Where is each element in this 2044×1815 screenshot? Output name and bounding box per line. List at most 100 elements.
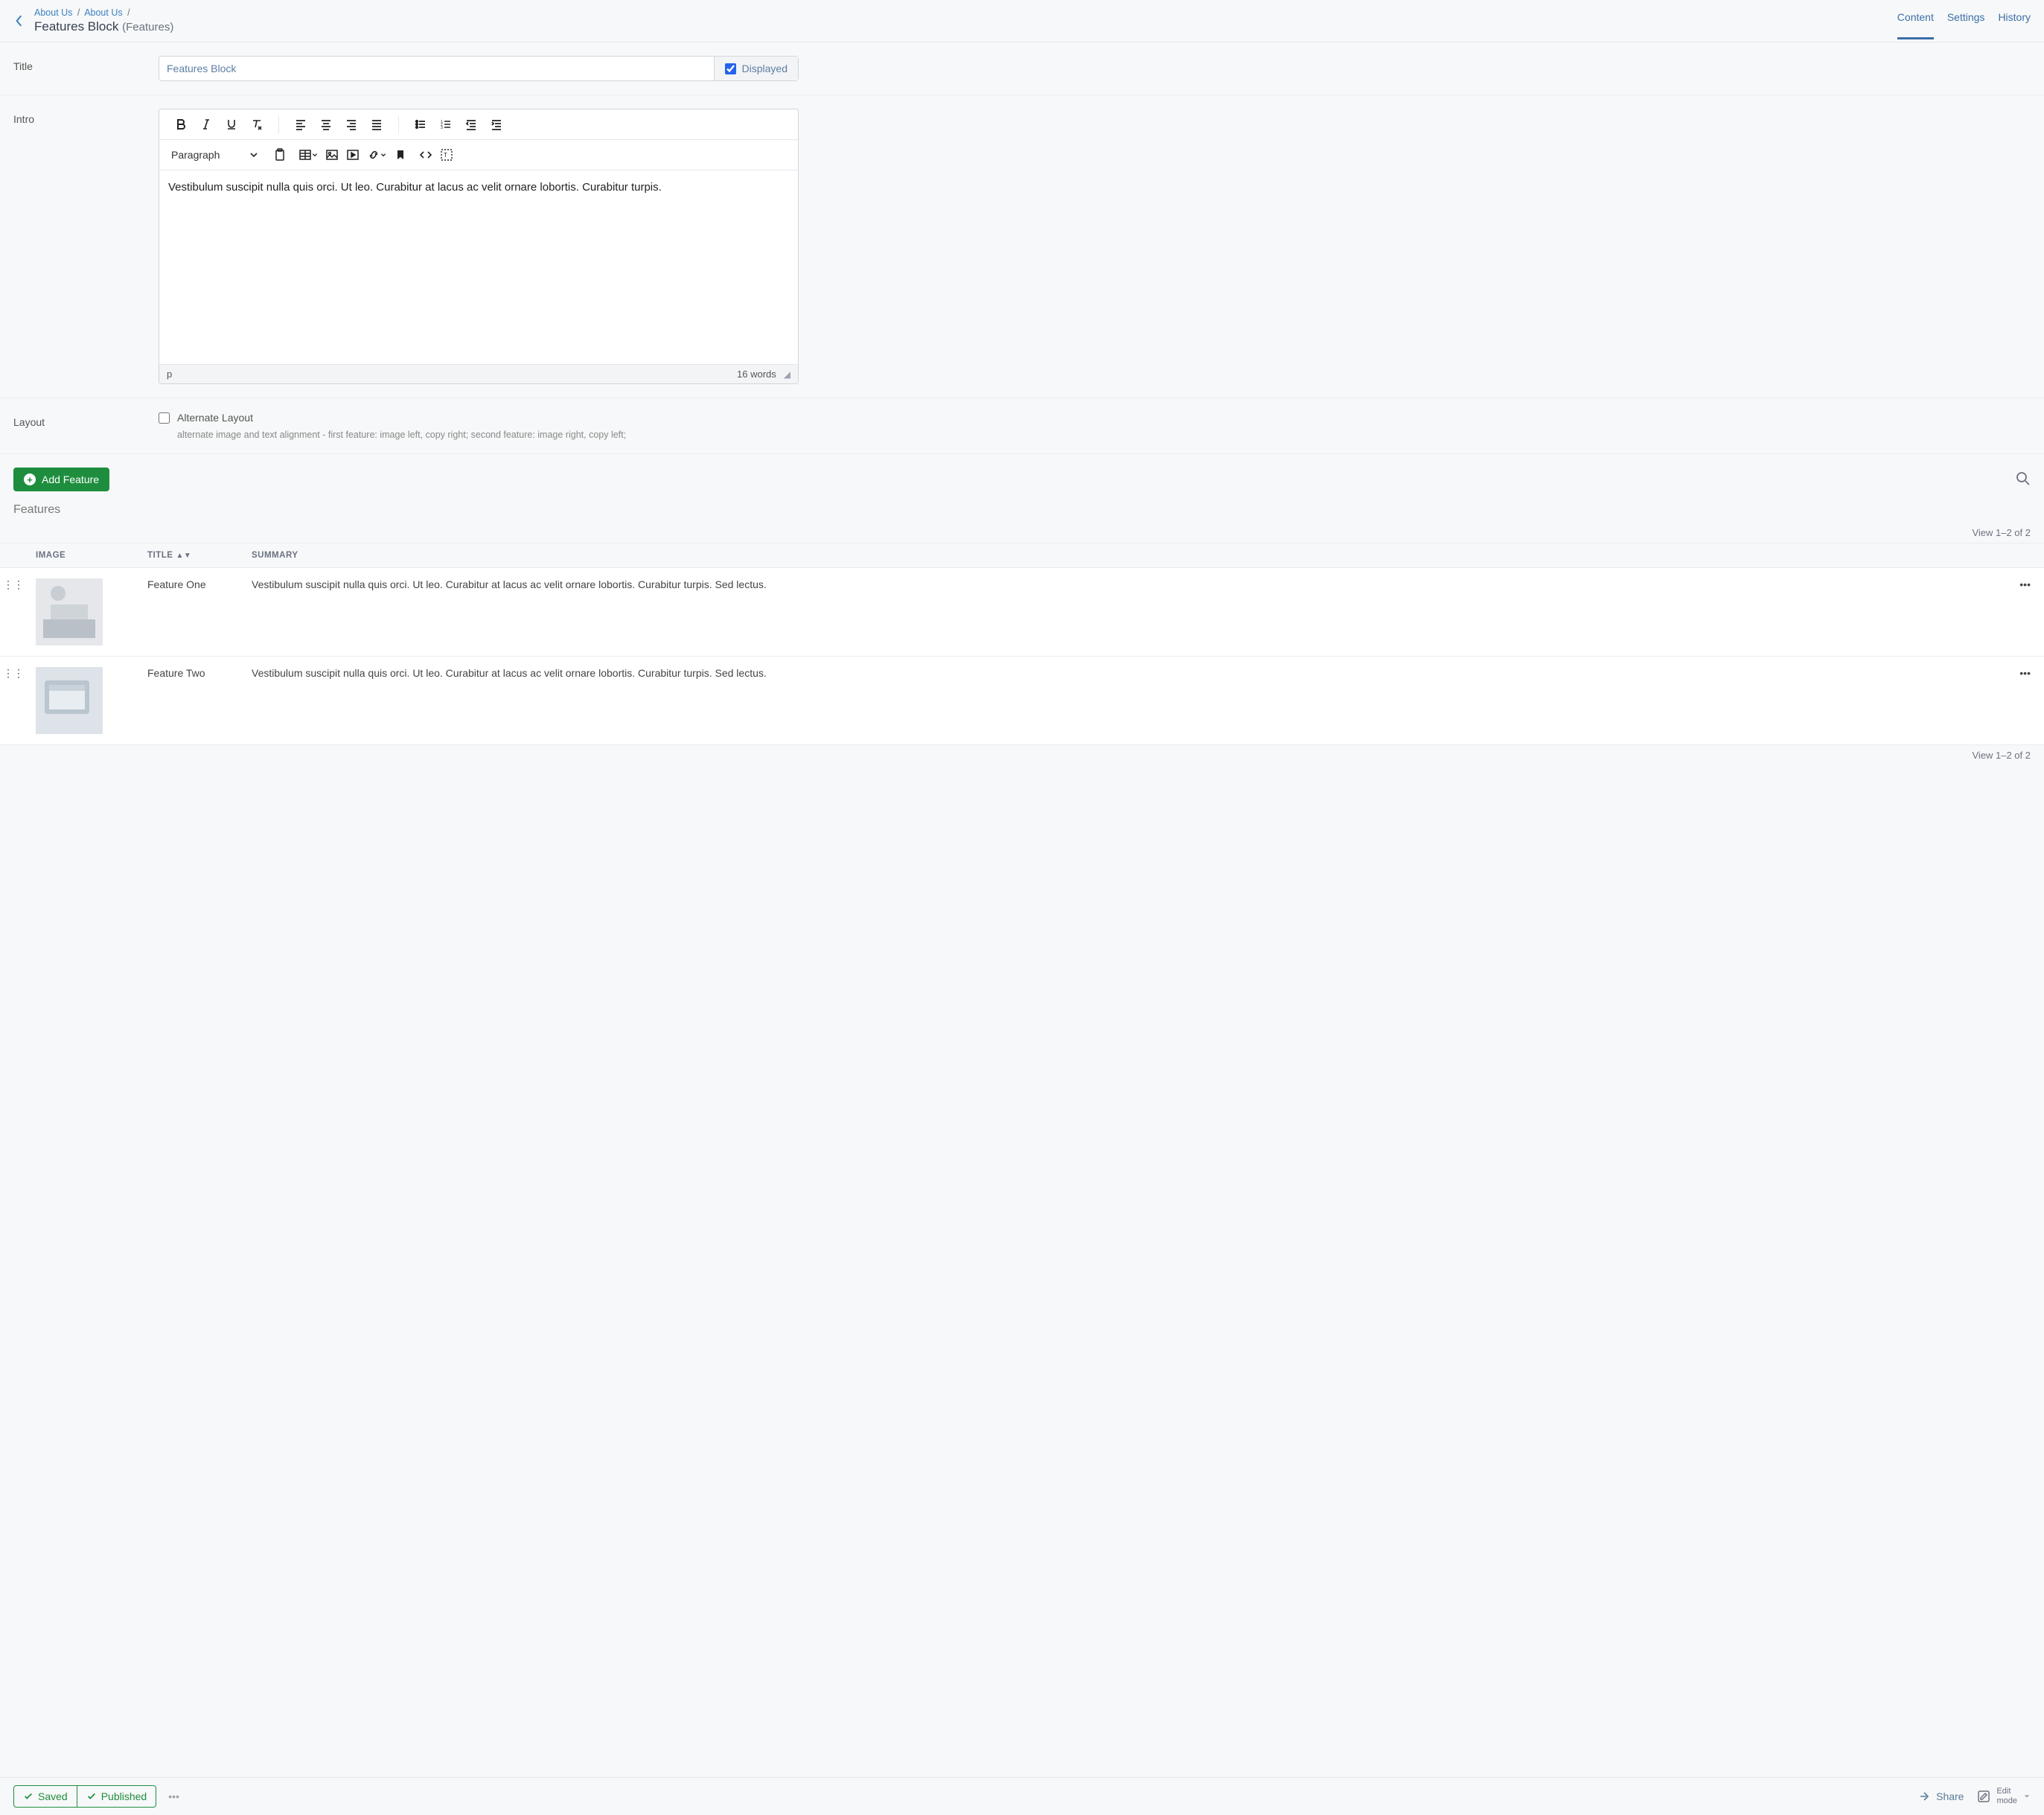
saved-status[interactable]: Saved bbox=[14, 1786, 77, 1807]
alternate-layout-toggle[interactable]: Alternate Layout bbox=[159, 412, 799, 424]
breadcrumb: About Us / About Us / Features Block (Fe… bbox=[34, 7, 1897, 34]
alternate-layout-label: Alternate Layout bbox=[177, 412, 253, 424]
status-pill-group: Saved Published bbox=[13, 1785, 156, 1808]
column-header-image[interactable]: IMAGE bbox=[30, 543, 141, 568]
align-left-button[interactable] bbox=[293, 116, 309, 133]
underline-button[interactable] bbox=[223, 116, 240, 133]
edit-mode-label-2: mode bbox=[1996, 1796, 2017, 1806]
bookmark-button[interactable] bbox=[392, 147, 409, 163]
chevron-down-icon bbox=[2023, 1793, 2031, 1800]
svg-text:3: 3 bbox=[441, 126, 443, 130]
svg-text:T: T bbox=[444, 152, 447, 159]
view-count-top: View 1–2 of 2 bbox=[0, 523, 2044, 543]
drag-handle-icon[interactable]: ⋮⋮ bbox=[0, 657, 30, 745]
back-button[interactable] bbox=[4, 14, 34, 28]
drag-handle-icon[interactable]: ⋮⋮ bbox=[0, 568, 30, 657]
bullet-list-button[interactable] bbox=[412, 116, 429, 133]
field-label-layout: Layout bbox=[13, 412, 159, 440]
breadcrumb-link-1[interactable]: About Us bbox=[34, 7, 72, 18]
alternate-layout-help: alternate image and text alignment - fir… bbox=[177, 430, 799, 440]
chevron-down-icon bbox=[312, 152, 318, 158]
breadcrumb-separator: / bbox=[125, 7, 132, 18]
field-row-title: Title Displayed bbox=[0, 42, 2044, 95]
edit-icon bbox=[1977, 1790, 1990, 1803]
feature-summary-cell: Vestibulum suscipit nulla quis orci. Ut … bbox=[246, 657, 2007, 745]
plus-circle-icon: + bbox=[24, 473, 36, 485]
add-feature-button[interactable]: + Add Feature bbox=[13, 468, 109, 491]
displayed-toggle[interactable]: Displayed bbox=[714, 57, 798, 80]
column-header-title[interactable]: TITLE▲▼ bbox=[141, 543, 246, 568]
published-status[interactable]: Published bbox=[77, 1786, 156, 1807]
share-label: Share bbox=[1936, 1790, 1964, 1802]
tab-content[interactable]: Content bbox=[1897, 11, 1934, 39]
table-row[interactable]: ⋮⋮ Feature One Vestibulum suscipit nulla… bbox=[0, 568, 2044, 657]
share-button[interactable]: Share bbox=[1918, 1790, 1964, 1802]
title-input[interactable] bbox=[159, 57, 714, 80]
field-row-intro: Intro bbox=[0, 95, 2044, 398]
field-label-title: Title bbox=[13, 56, 159, 81]
saved-label: Saved bbox=[38, 1790, 68, 1802]
features-toolbar: + Add Feature bbox=[0, 454, 2044, 499]
tab-settings[interactable]: Settings bbox=[1947, 11, 1985, 31]
indent-button[interactable] bbox=[488, 116, 505, 133]
select-all-button[interactable]: T bbox=[438, 147, 455, 163]
rte-toolbar-1: 123 bbox=[159, 109, 798, 140]
edit-mode-button[interactable]: Edit mode bbox=[1977, 1787, 2031, 1806]
chevron-down-icon bbox=[380, 152, 386, 158]
page-header: About Us / About Us / Features Block (Fe… bbox=[0, 0, 2044, 42]
paragraph-format-select[interactable]: Paragraph bbox=[167, 144, 263, 165]
link-button[interactable] bbox=[365, 147, 388, 163]
view-count-bottom: View 1–2 of 2 bbox=[0, 745, 2044, 765]
footer-more-button[interactable]: ••• bbox=[165, 1787, 182, 1805]
feature-thumbnail[interactable] bbox=[36, 667, 103, 734]
alternate-layout-checkbox[interactable] bbox=[159, 412, 170, 424]
italic-button[interactable] bbox=[198, 116, 214, 133]
clear-format-button[interactable] bbox=[249, 116, 265, 133]
tab-history[interactable]: History bbox=[1998, 11, 2031, 31]
search-icon bbox=[2016, 471, 2031, 486]
row-actions-button[interactable]: ••• bbox=[2007, 568, 2044, 657]
published-label: Published bbox=[101, 1790, 147, 1802]
add-feature-label: Add Feature bbox=[42, 473, 99, 485]
source-code-button[interactable] bbox=[418, 147, 434, 163]
column-header-summary[interactable]: SUMMARY bbox=[246, 543, 2007, 568]
rte-body[interactable]: Vestibulum suscipit nulla quis orci. Ut … bbox=[159, 170, 798, 364]
align-center-button[interactable] bbox=[318, 116, 334, 133]
page-title: Features Block bbox=[34, 19, 118, 34]
check-icon bbox=[86, 1791, 97, 1802]
table-button[interactable] bbox=[297, 147, 319, 163]
footer-bar: Saved Published ••• Share Edit mode bbox=[0, 1777, 2044, 1815]
outdent-button[interactable] bbox=[463, 116, 479, 133]
tabs: Content Settings History bbox=[1897, 11, 2031, 31]
field-label-intro: Intro bbox=[13, 109, 159, 384]
resize-handle-icon[interactable]: ◢ bbox=[784, 369, 791, 380]
image-button[interactable] bbox=[324, 147, 340, 163]
displayed-checkbox[interactable] bbox=[725, 63, 736, 74]
chevron-left-icon bbox=[14, 14, 25, 28]
breadcrumb-link-2[interactable]: About Us bbox=[84, 7, 122, 18]
video-button[interactable] bbox=[345, 147, 361, 163]
rte-element-path[interactable]: p bbox=[167, 369, 172, 380]
feature-summary-cell: Vestibulum suscipit nulla quis orci. Ut … bbox=[246, 568, 2007, 657]
features-table: IMAGE TITLE▲▼ SUMMARY ⋮⋮ Feature One Ves… bbox=[0, 543, 2044, 745]
check-icon bbox=[23, 1791, 33, 1802]
sort-icon: ▲▼ bbox=[176, 552, 191, 560]
bold-button[interactable] bbox=[173, 116, 189, 133]
rte-toolbar-2: Paragraph T bbox=[159, 140, 798, 170]
breadcrumb-separator: / bbox=[75, 7, 82, 18]
paragraph-label: Paragraph bbox=[171, 149, 220, 161]
paste-button[interactable] bbox=[272, 147, 288, 163]
table-row[interactable]: ⋮⋮ Feature Two Vestibulum suscipit nulla… bbox=[0, 657, 2044, 745]
align-justify-button[interactable] bbox=[368, 116, 385, 133]
page-title-sub: (Features) bbox=[122, 21, 173, 34]
share-icon bbox=[1918, 1790, 1930, 1802]
numbered-list-button[interactable]: 123 bbox=[438, 116, 454, 133]
field-row-layout: Layout Alternate Layout alternate image … bbox=[0, 398, 2044, 454]
feature-title-cell: Feature One bbox=[141, 568, 246, 657]
align-right-button[interactable] bbox=[343, 116, 360, 133]
search-button[interactable] bbox=[2016, 471, 2031, 488]
displayed-label: Displayed bbox=[742, 63, 788, 74]
chevron-down-icon bbox=[249, 150, 258, 159]
feature-thumbnail[interactable] bbox=[36, 578, 103, 645]
row-actions-button[interactable]: ••• bbox=[2007, 657, 2044, 745]
